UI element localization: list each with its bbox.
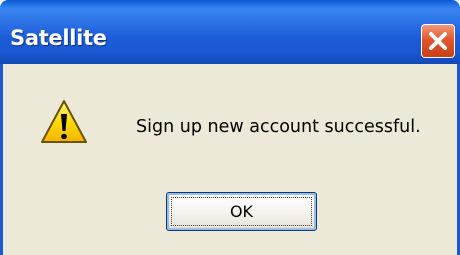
ok-button-label: OK xyxy=(229,202,254,221)
dialog-title: Satellite xyxy=(10,26,107,50)
dialog-window: Satellite Sign up new account successful… xyxy=(0,0,460,255)
warning-icon xyxy=(41,100,87,143)
title-bar[interactable]: Satellite xyxy=(0,0,460,64)
close-button[interactable] xyxy=(421,24,455,58)
close-icon xyxy=(429,32,447,50)
ok-button[interactable]: OK xyxy=(166,192,317,231)
dialog-message: Sign up new account successful. xyxy=(136,117,421,137)
dialog-body: Sign up new account successful. OK xyxy=(0,64,460,255)
